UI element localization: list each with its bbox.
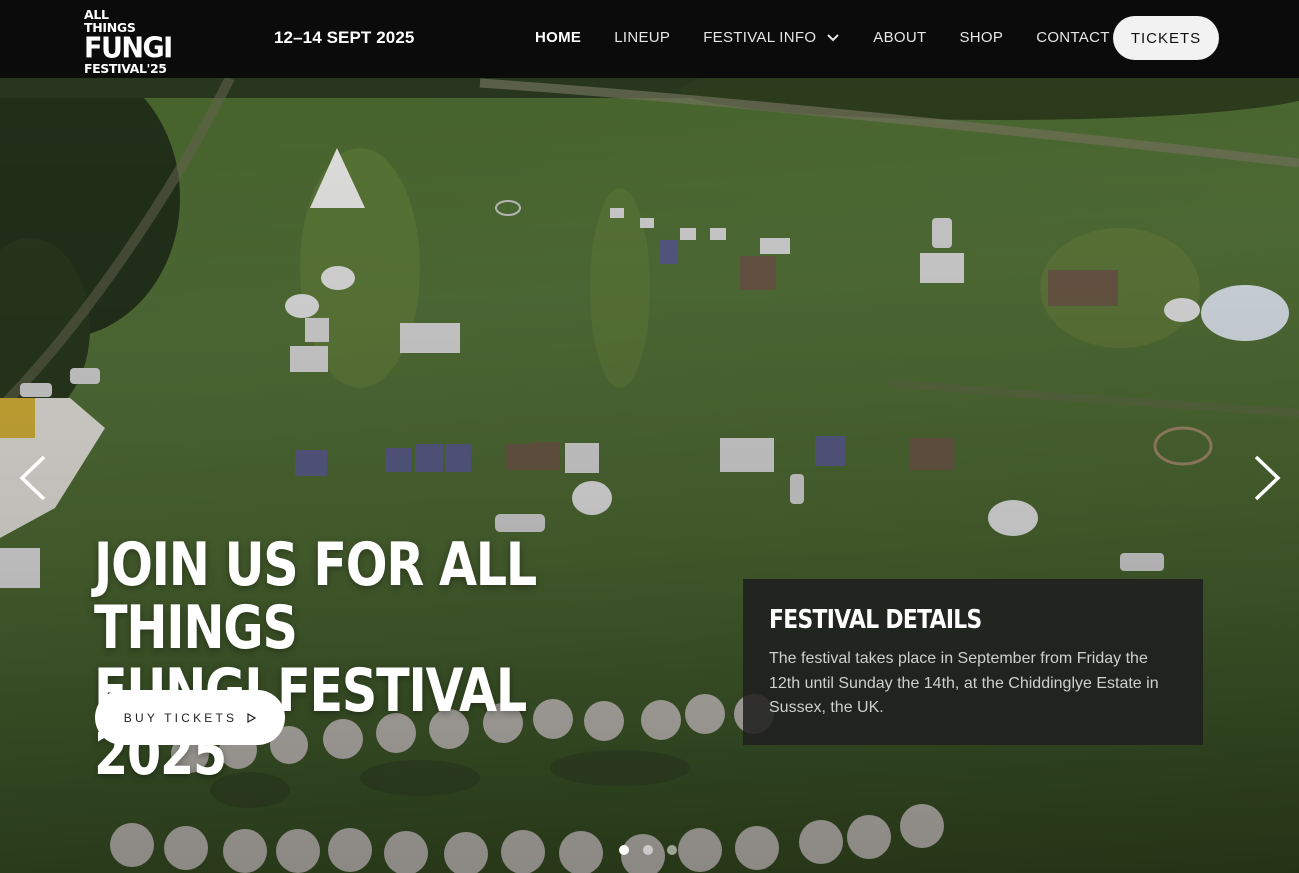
festival-dates: 12–14 SEPT 2025 <box>274 28 415 47</box>
hero-title-line-1: JOIN US FOR ALL THINGS <box>94 530 537 663</box>
buy-tickets-label: BUY TICKETS <box>123 710 238 725</box>
slider-pagination <box>619 845 691 855</box>
festival-details-body: The festival takes place in September fr… <box>769 650 1159 716</box>
hero-title: JOIN US FOR ALL THINGS FUNGI FESTIVAL 20… <box>94 534 586 786</box>
logo-line-3: FESTIVAL'25 <box>84 61 167 76</box>
logo-line-1: ALL THINGS <box>84 7 136 35</box>
nav-festival-info[interactable]: FESTIVAL INFO <box>703 29 840 46</box>
nav-about[interactable]: ABOUT <box>873 29 926 46</box>
chevron-down-icon <box>827 33 840 41</box>
nav-about-label: ABOUT <box>873 29 927 46</box>
hero-slider: JOIN US FOR ALL THINGS FUNGI FESTIVAL 20… <box>0 78 1299 873</box>
play-outline-icon <box>247 712 257 723</box>
nav-shop-label: SHOP <box>959 29 1004 46</box>
logo-line-2: FUNGI <box>84 32 173 65</box>
nav-contact[interactable]: CONTACT <box>1036 29 1109 46</box>
festival-details-panel: FESTIVAL DETAILS The festival takes plac… <box>743 579 1203 745</box>
tickets-button[interactable]: TICKETS <box>1113 16 1219 60</box>
nav-festival-info-label: FESTIVAL INFO <box>703 29 817 46</box>
nav-home-label: HOME <box>535 29 582 46</box>
nav-home[interactable]: HOME <box>535 29 581 46</box>
main-nav: HOME LINEUP FESTIVAL INFO ABOUT SHOP CON… <box>535 29 1143 46</box>
nav-contact-label: CONTACT <box>1036 29 1110 46</box>
buy-tickets-button[interactable]: BUY TICKETS <box>95 690 285 745</box>
nav-shop[interactable]: SHOP <box>959 29 1003 46</box>
slide-dot-3[interactable] <box>667 845 677 855</box>
chevron-left-icon[interactable] <box>16 453 50 503</box>
slide-dot-1[interactable] <box>619 845 629 855</box>
nav-lineup-label: LINEUP <box>614 29 671 46</box>
nav-lineup[interactable]: LINEUP <box>614 29 670 46</box>
slide-dot-2[interactable] <box>643 845 653 855</box>
chevron-right-icon[interactable] <box>1250 453 1284 503</box>
festival-details-heading: FESTIVAL DETAILS <box>769 605 982 635</box>
site-header: ALL THINGS FUNGI FESTIVAL'25 12–14 SEPT … <box>0 0 1299 78</box>
festival-logo[interactable]: ALL THINGS FUNGI FESTIVAL'25 <box>84 7 173 74</box>
